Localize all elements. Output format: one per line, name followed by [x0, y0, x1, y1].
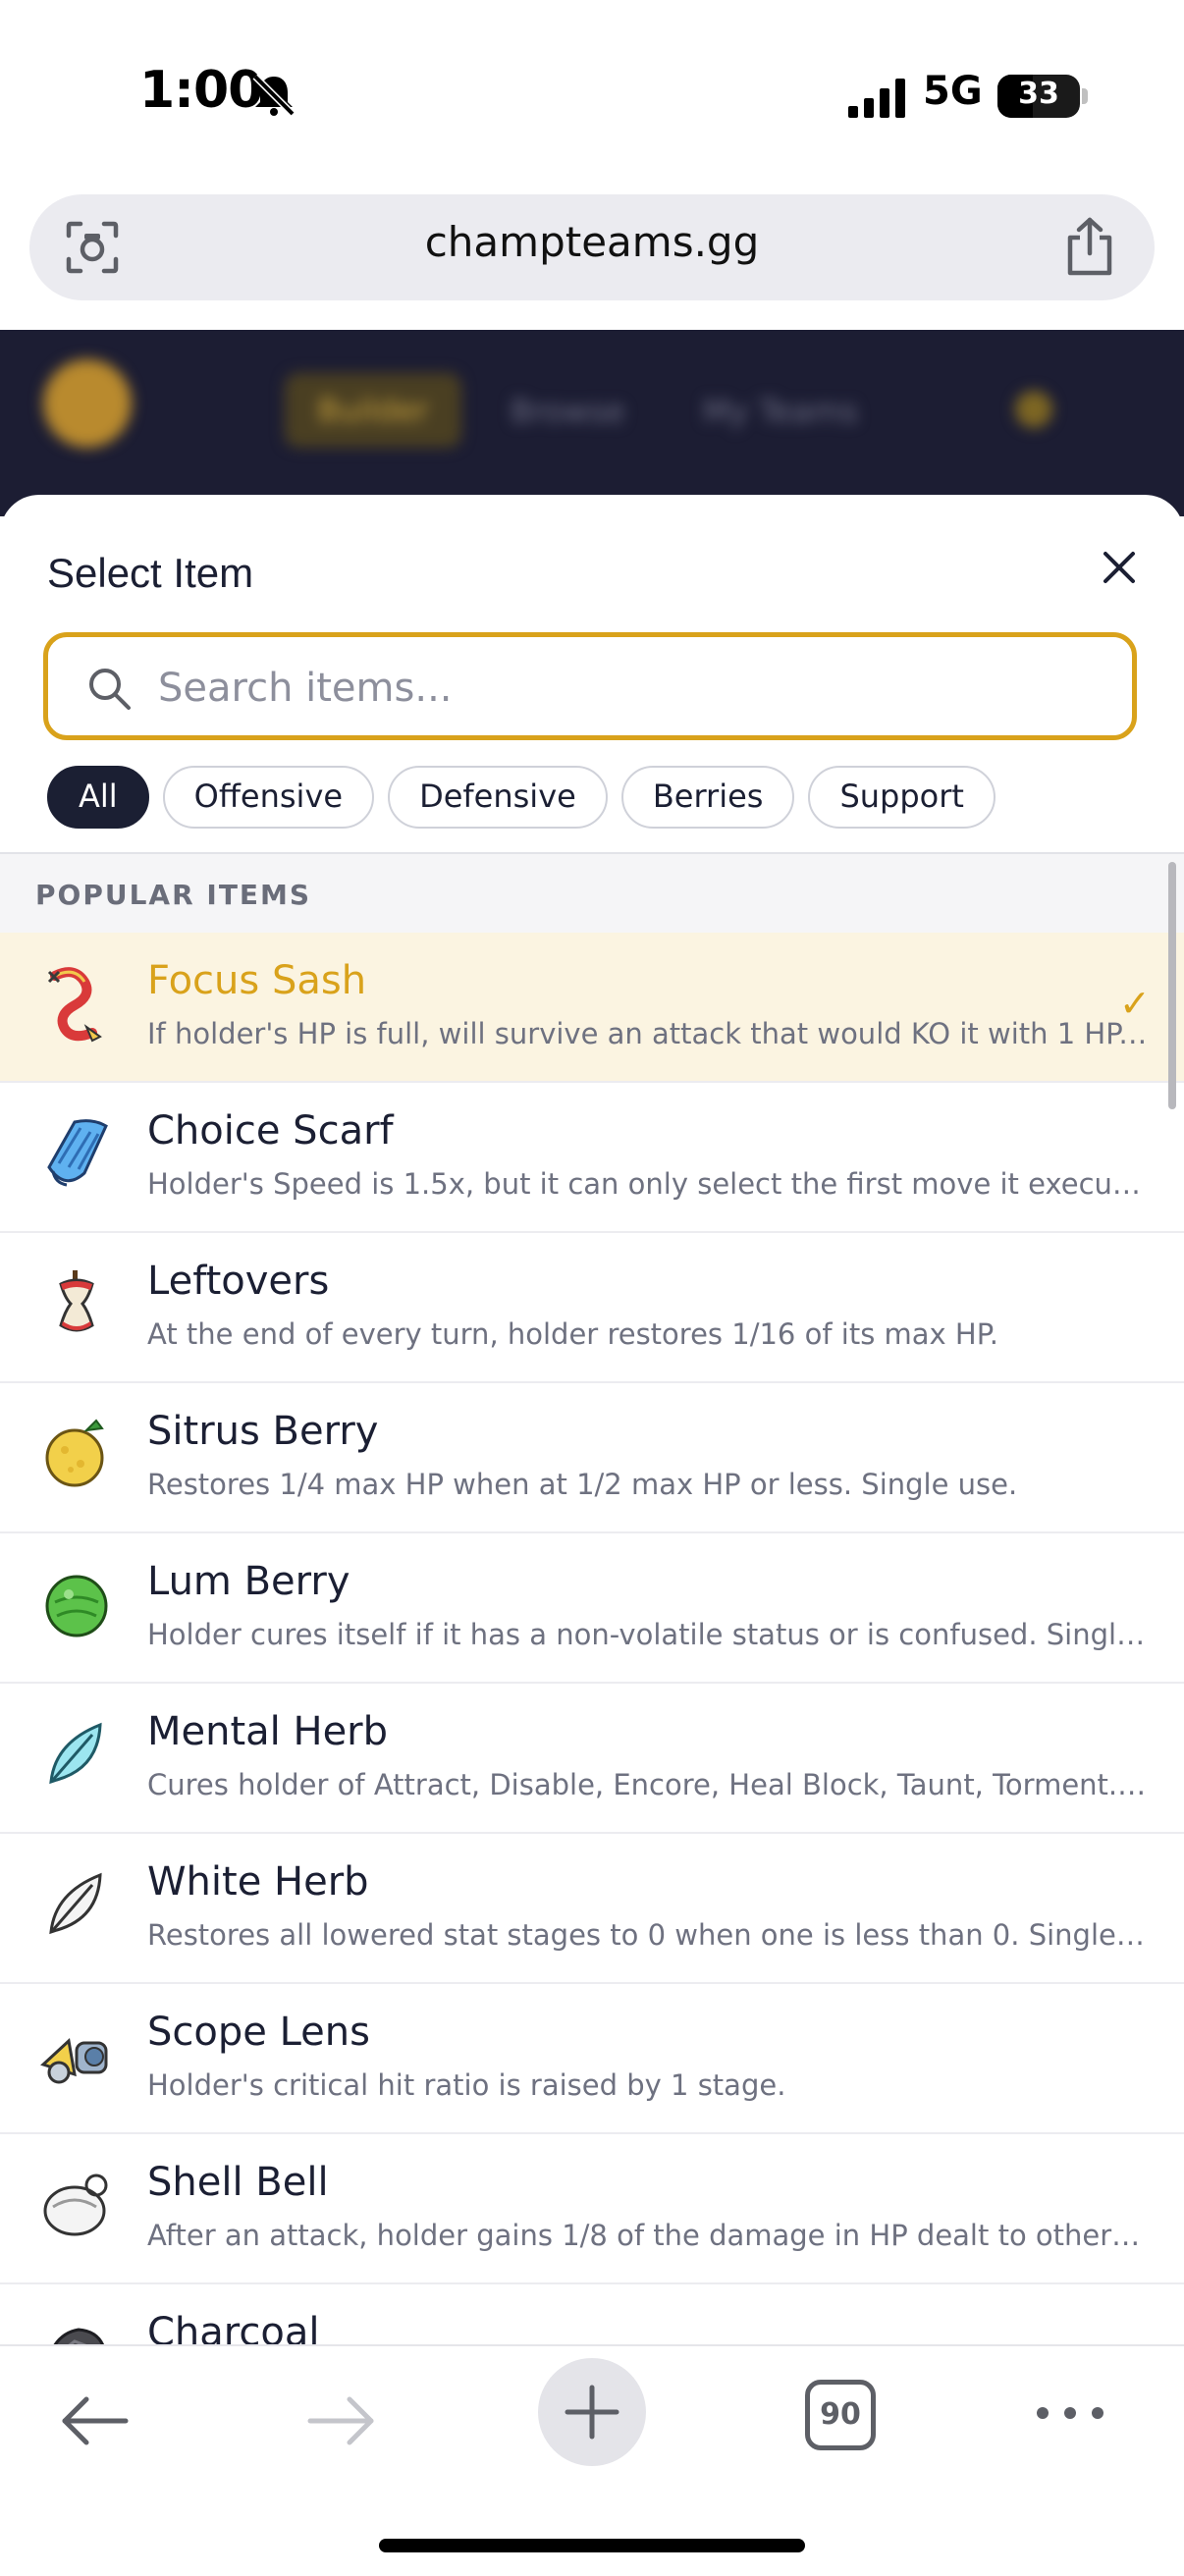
- item-description: Cures holder of Attract, Disable, Encore…: [147, 1768, 1149, 1801]
- item-name: Scope Lens: [147, 2010, 370, 2055]
- scope-lens-icon: [40, 2038, 108, 2084]
- more-icon[interactable]: [1031, 2393, 1109, 2433]
- item-name: Focus Sash: [147, 958, 367, 1003]
- share-icon[interactable]: [1062, 216, 1117, 277]
- site-logo: [43, 359, 132, 448]
- forward-arrow-icon[interactable]: [304, 2384, 379, 2458]
- list-item[interactable]: Focus Sash If holder's HP is full, will …: [0, 933, 1184, 1083]
- item-description: At the end of every turn, holder restore…: [147, 1317, 998, 1351]
- list-item[interactable]: Lum Berry Holder cures itself if it has …: [0, 1533, 1184, 1684]
- lum-berry-icon: [45, 1575, 108, 1637]
- item-description: After an attack, holder gains 1/8 of the…: [147, 2219, 1149, 2252]
- item-description: Holder's Speed is 1.5x, but it can only …: [147, 1167, 1149, 1201]
- cellular-signal-icon: [848, 79, 905, 118]
- item-description: Restores all lowered stat stages to 0 wh…: [147, 1918, 1149, 1952]
- browser-toolbar: 90: [0, 2344, 1184, 2576]
- item-description: If holder's HP is full, will survive an …: [147, 1017, 1149, 1050]
- status-bar: 1:00 5G 33: [0, 0, 1184, 187]
- filter-offensive[interactable]: Offensive: [162, 766, 375, 829]
- search-field[interactable]: [43, 632, 1137, 740]
- filter-chips: All Offensive Defensive Berries Support: [47, 766, 996, 829]
- url-bar[interactable]: champteams.gg: [29, 194, 1155, 300]
- item-name: White Herb: [147, 1859, 369, 1905]
- sheet-title: Select Item: [47, 550, 254, 596]
- choice-scarf-icon: [47, 1119, 108, 1187]
- list-item[interactable]: Sitrus Berry Restores 1/4 max HP when at…: [0, 1383, 1184, 1533]
- list-item[interactable]: White Herb Restores all lowered stat sta…: [0, 1834, 1184, 1984]
- item-description: Restores 1/4 max HP when at 1/2 max HP o…: [147, 1468, 1018, 1501]
- plus-icon: [565, 2385, 619, 2440]
- battery-level: 33: [1018, 77, 1059, 111]
- battery-icon: 33: [997, 75, 1080, 118]
- home-indicator: [379, 2539, 805, 2552]
- network-type: 5G: [923, 69, 983, 114]
- item-name: Sitrus Berry: [147, 1409, 379, 1454]
- white-herb-icon: [49, 1872, 102, 1935]
- close-icon[interactable]: [1090, 538, 1149, 597]
- list-item[interactable]: Leftovers At the end of every turn, hold…: [0, 1233, 1184, 1383]
- item-name: Mental Herb: [147, 1709, 389, 1754]
- bell-muted-icon: [252, 74, 296, 117]
- scrollbar[interactable]: [1168, 862, 1176, 1109]
- battery-nub: [1082, 88, 1088, 104]
- tabs-button[interactable]: 90: [805, 2380, 876, 2450]
- checkmark-icon: ✓: [1119, 982, 1151, 1025]
- filter-support[interactable]: Support: [808, 766, 996, 829]
- list-item[interactable]: Shell Bell After an attack, holder gains…: [0, 2134, 1184, 2284]
- nav-builder: Builder: [285, 373, 461, 448]
- nav-my-teams: My Teams: [703, 393, 858, 430]
- search-input[interactable]: [156, 651, 1103, 725]
- item-name: Charcoal: [147, 2310, 320, 2344]
- nav-browse: Browse: [511, 393, 625, 430]
- section-header: POPULAR ITEMS: [0, 854, 1184, 933]
- user-icon: [1015, 391, 1052, 428]
- item-select-sheet: Select Item All Offensive Defensive Berr…: [0, 495, 1184, 2344]
- charcoal-icon: [53, 2328, 104, 2344]
- item-description: Holder's critical hit ratio is raised by…: [147, 2068, 786, 2102]
- back-arrow-icon[interactable]: [57, 2384, 132, 2458]
- item-name: Leftovers: [147, 1259, 330, 1304]
- site-header: Builder Browse My Teams: [0, 330, 1184, 516]
- sitrus-berry-icon: [45, 1419, 104, 1487]
- list-item[interactable]: Mental Herb Cures holder of Attract, Dis…: [0, 1684, 1184, 1834]
- item-name: Choice Scarf: [147, 1108, 394, 1154]
- focus-sash-icon: [47, 967, 102, 1043]
- filter-defensive[interactable]: Defensive: [388, 766, 608, 829]
- item-description: Holder cures itself if it has a non-vola…: [147, 1618, 1149, 1651]
- mental-herb-icon: [49, 1722, 102, 1785]
- status-time: 1:00: [139, 61, 263, 120]
- leftovers-icon: [59, 1270, 94, 1332]
- filter-all[interactable]: All: [47, 766, 149, 829]
- list-item[interactable]: Choice Scarf Holder's Speed is 1.5x, but…: [0, 1083, 1184, 1233]
- filter-berries[interactable]: Berries: [620, 766, 795, 829]
- url-text[interactable]: champteams.gg: [29, 218, 1155, 266]
- search-icon: [89, 669, 131, 710]
- list-item[interactable]: Charcoal: [0, 2284, 1184, 2344]
- list-item[interactable]: Scope Lens Holder's critical hit ratio i…: [0, 1984, 1184, 2134]
- shell-bell-icon: [43, 2174, 108, 2236]
- item-name: Shell Bell: [147, 2160, 329, 2205]
- new-tab-button[interactable]: [538, 2358, 646, 2466]
- item-list[interactable]: POPULAR ITEMS Focus Sash If holder's HP …: [0, 854, 1184, 2344]
- item-name: Lum Berry: [147, 1559, 350, 1604]
